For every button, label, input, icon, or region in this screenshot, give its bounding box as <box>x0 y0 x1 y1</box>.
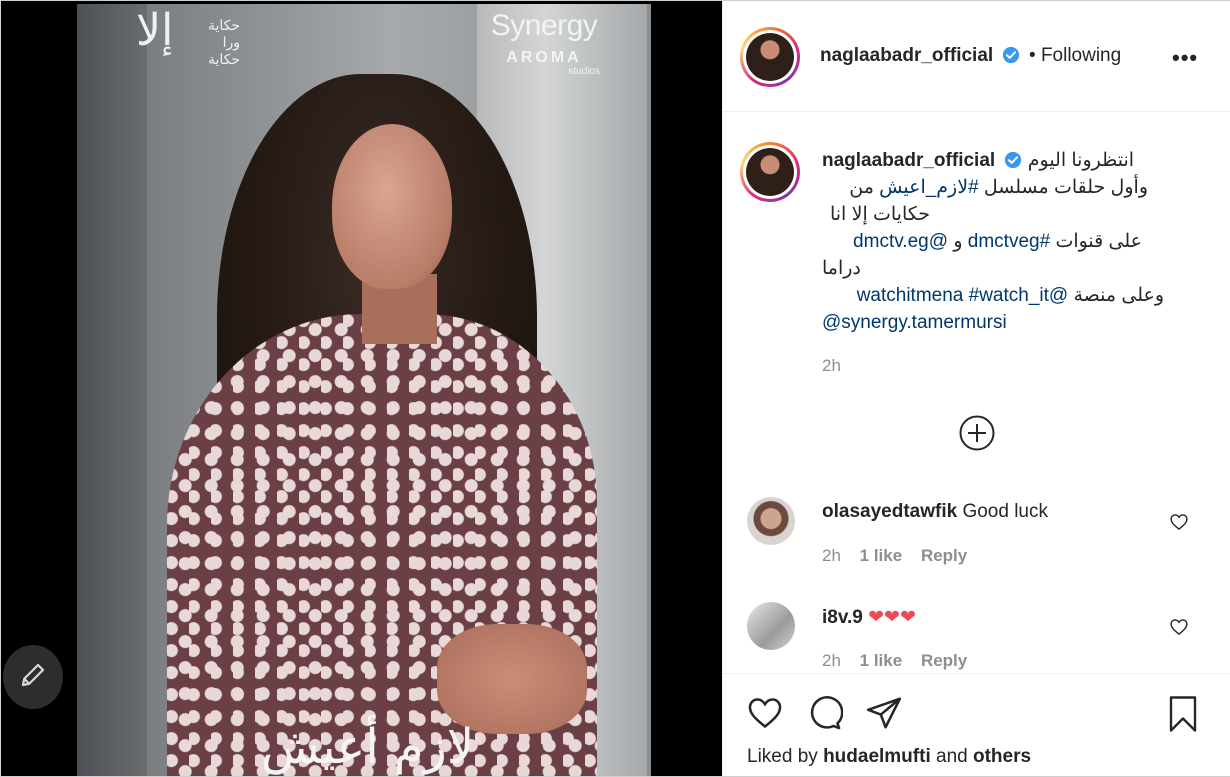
share-button[interactable] <box>865 694 903 737</box>
hashtag-link[interactable]: #لازم_اعيش <box>879 177 978 198</box>
caption-text: naglaabadr_official انتظرونا اليوم وأول … <box>822 147 1172 379</box>
commenter-avatar[interactable] <box>747 602 795 650</box>
avatar[interactable] <box>740 27 800 87</box>
caption-line: انتظرونا اليوم <box>1027 150 1135 171</box>
mention-link[interactable]: @dmctv.eg <box>853 231 948 252</box>
mention-link[interactable]: @synergy.tamermursi <box>822 312 1007 333</box>
comment-button[interactable] <box>805 694 844 737</box>
comment-username[interactable]: olasayedtawfik <box>822 501 957 522</box>
save-button[interactable] <box>1165 694 1201 739</box>
edit-button[interactable] <box>3 645 63 709</box>
plus-circle-icon <box>958 415 996 456</box>
reply-button[interactable]: Reply <box>921 651 967 670</box>
caption-username[interactable]: naglaabadr_official <box>822 150 995 171</box>
follow-status[interactable]: • Following <box>1029 45 1121 67</box>
comment-likes[interactable]: 1 like <box>860 546 903 565</box>
comment-likes[interactable]: 1 like <box>860 651 903 670</box>
caption-line: على قنوات <box>1055 231 1142 252</box>
caption-line: و <box>953 231 963 252</box>
comment-timestamp[interactable]: 2h <box>822 546 841 565</box>
speech-bubble-icon <box>805 696 844 736</box>
post-media[interactable]: إلا حكاية ورا حكاية Synergy AROMA studio… <box>1 1 722 776</box>
load-more-comments-button[interactable] <box>958 414 996 457</box>
more-options-button[interactable]: ••• <box>1172 45 1198 71</box>
caption-line: من <box>849 177 874 198</box>
post-photo <box>77 4 651 776</box>
header-username[interactable]: naglaabadr_official <box>820 45 993 66</box>
verified-badge-icon <box>1002 46 1020 64</box>
liked-by-user-link[interactable]: hudaelmufti <box>823 746 931 767</box>
heart-outline-icon <box>1169 514 1189 536</box>
liked-by-others-link[interactable]: others <box>973 746 1031 767</box>
caption-line: وعلى منصة <box>1073 285 1165 306</box>
liked-by-summary: Liked by hudaelmufti and others <box>747 746 1031 768</box>
reply-button[interactable]: Reply <box>921 546 967 565</box>
liked-by-label: Liked by <box>747 746 818 767</box>
verified-badge-icon <box>1004 150 1022 169</box>
commenter-avatar[interactable] <box>747 497 795 545</box>
bookmark-icon <box>1165 696 1201 738</box>
comment-timestamp[interactable]: 2h <box>822 651 841 670</box>
comment-text: Good luck <box>962 501 1048 522</box>
synergy-aroma-logo: Synergy AROMA studios <box>490 9 600 77</box>
comment-text: ❤❤❤ <box>868 607 916 628</box>
caption-line: دراما <box>822 258 861 279</box>
caption-timestamp[interactable]: 2h <box>822 352 1172 379</box>
post-sidebar: naglaabadr_official • Following ••• nagl… <box>722 1 1230 776</box>
caption-line: حكايات إلا انا <box>829 204 930 225</box>
like-button[interactable] <box>745 694 785 737</box>
separator-dot: • <box>1029 45 1036 66</box>
like-comment-button[interactable] <box>1169 617 1189 642</box>
heart-outline-icon <box>1169 619 1189 641</box>
like-comment-button[interactable] <box>1169 512 1189 537</box>
pencil-icon <box>18 660 48 695</box>
hashtag-link[interactable]: #watch_it <box>969 285 1049 306</box>
caption-avatar[interactable] <box>740 142 800 202</box>
post-actions: Liked by hudaelmufti and others <box>723 673 1230 777</box>
following-button[interactable]: Following <box>1041 45 1121 66</box>
hashtag-link[interactable]: #dmctveg <box>968 231 1050 252</box>
series-logo: إلا حكاية ورا حكاية <box>136 5 240 68</box>
heart-outline-icon <box>745 698 785 736</box>
series-title-overlay: لازم أعيش <box>261 719 475 775</box>
liked-by-and: and <box>936 746 968 767</box>
post-header: naglaabadr_official • Following ••• <box>723 1 1230 112</box>
caption-line: وأول حلقات مسلسل <box>983 177 1148 198</box>
paper-plane-icon <box>865 697 903 736</box>
comment-username[interactable]: i8v.9 <box>822 607 863 628</box>
